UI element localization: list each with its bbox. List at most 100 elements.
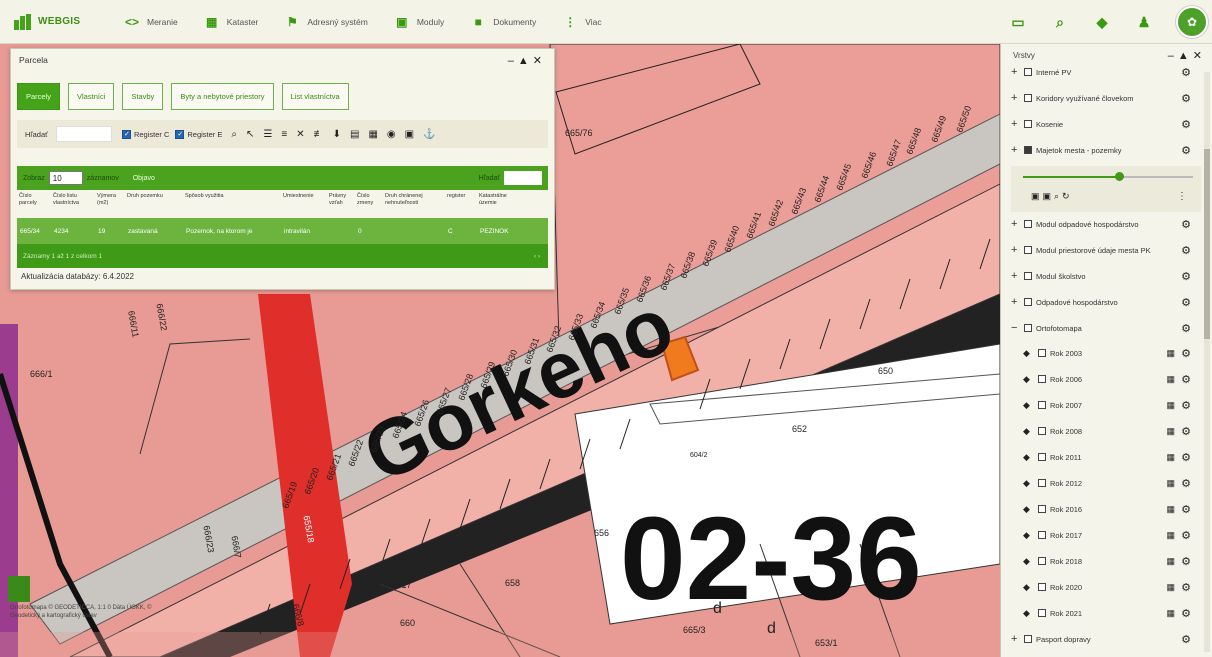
layer-checkbox[interactable]	[1038, 401, 1046, 409]
layer-checkbox[interactable]	[1038, 375, 1046, 383]
window-icon[interactable]: ▭	[1008, 12, 1028, 32]
nav-adresny-system[interactable]: ⚑ Adresný systém	[284, 15, 368, 29]
layers-window-controls[interactable]: ‒▲✕	[1168, 49, 1206, 62]
col-header[interactable]: register	[445, 193, 477, 200]
layer-checkbox[interactable]	[1038, 505, 1046, 513]
sublayer-item[interactable]: ◆ Rok 2017 ▦ ⚙	[1001, 525, 1201, 545]
layer-item[interactable]: + Interné PV ⚙	[1001, 62, 1201, 82]
col-header[interactable]: Druh chránenej nehnuteľnosti	[383, 193, 445, 207]
sublayer-item[interactable]: ◆ Rok 2021 ▦ ⚙	[1001, 603, 1201, 623]
nav-moduly[interactable]: ▣ Moduly	[394, 15, 444, 29]
layer-item[interactable]: + Pasport dopravy ⚙	[1001, 629, 1201, 649]
layer-checkbox[interactable]	[1024, 68, 1032, 76]
gku-icon[interactable]: ◉	[387, 129, 396, 140]
expand-icon[interactable]: +	[1011, 244, 1021, 256]
col-header[interactable]: Spôsob využitia	[183, 193, 281, 200]
table-icon[interactable]: ▦	[1166, 348, 1175, 359]
app-logo[interactable]: WEBGIS	[14, 13, 114, 30]
clear-filter-icon[interactable]: ≢	[314, 129, 324, 140]
table-icon[interactable]: ▦	[1166, 400, 1175, 411]
more-vertical-icon[interactable]: ⋮	[1177, 191, 1187, 202]
page-size-select[interactable]: 10	[48, 171, 83, 185]
table-icon[interactable]: ▦	[1166, 504, 1175, 515]
list-icon[interactable]: ≡	[281, 129, 287, 140]
gear-icon[interactable]: ⚙	[1181, 581, 1191, 594]
layer-checkbox[interactable]	[1038, 557, 1046, 565]
gear-icon[interactable]: ⚙	[1181, 373, 1191, 386]
layer-item[interactable]: + Kosenie ⚙	[1001, 114, 1201, 134]
nav-meranie[interactable]: <> Meranie	[124, 15, 178, 29]
layers-icon[interactable]: ◆	[1092, 12, 1112, 32]
gear-icon[interactable]: ⚙	[1181, 66, 1191, 79]
gear-icon[interactable]: ⚙	[1181, 425, 1191, 438]
layer-checkbox[interactable]	[1038, 349, 1046, 357]
expand-icon[interactable]: +	[1011, 270, 1021, 282]
table-icon[interactable]: ▦	[1166, 374, 1175, 385]
tab-byty[interactable]: Byty a nebytové priestory	[171, 83, 274, 110]
gear-icon[interactable]: ⚙	[1181, 633, 1191, 646]
tab-parcely[interactable]: Parcely	[17, 83, 61, 110]
layer-checkbox[interactable]	[1024, 94, 1032, 102]
expand-icon[interactable]: +	[1011, 296, 1021, 308]
nav-viac[interactable]: ⋮ Viac	[562, 15, 601, 29]
cursor-icon[interactable]: ↖	[246, 129, 254, 140]
gear-icon[interactable]: ⚙	[1181, 270, 1191, 283]
layer-checkbox[interactable]	[1024, 635, 1032, 643]
gear-icon[interactable]: ⚙	[1181, 218, 1191, 231]
gear-icon[interactable]: ⚙	[1181, 118, 1191, 131]
sublayer-item[interactable]: ◆ Rok 2008 ▦ ⚙	[1001, 421, 1201, 441]
layer-item[interactable]: + Odpadové hospodárstvo ⚙	[1001, 292, 1201, 312]
layer-checkbox[interactable]	[1024, 272, 1032, 280]
col-header[interactable]: Číslo zmeny	[355, 193, 383, 207]
table-icon[interactable]: ▦	[1166, 556, 1175, 567]
col-header[interactable]: Číslo parcely	[17, 193, 51, 207]
gear-icon[interactable]: ⚙	[1181, 347, 1191, 360]
layer-checkbox[interactable]	[1038, 427, 1046, 435]
layer-item[interactable]: + Modul školstvo ⚙	[1001, 266, 1201, 286]
search-icon[interactable]: ⌕	[1050, 12, 1070, 32]
filter-label[interactable]: Objavo	[133, 175, 155, 182]
sublayer-item[interactable]: ◆ Rok 2016 ▦ ⚙	[1001, 499, 1201, 519]
nav-kataster[interactable]: ▦ Kataster	[204, 15, 258, 29]
table-icon[interactable]: ▦	[1166, 478, 1175, 489]
layer-item[interactable]: + Modul priestorové údaje mesta PK ⚙	[1001, 240, 1201, 260]
expand-icon[interactable]: +	[1011, 92, 1021, 104]
gear-icon[interactable]: ⚙	[1181, 503, 1191, 516]
pdf-icon[interactable]: ▤	[350, 129, 359, 140]
tab-list-vlastnictva[interactable]: List vlastníctva	[281, 83, 349, 110]
table-icon[interactable]: ▦	[1166, 452, 1175, 463]
tab-vlastnici[interactable]: Vlastníci	[68, 83, 115, 110]
nav-dokumenty[interactable]: ■ Dokumenty	[470, 15, 537, 29]
layer-checkbox[interactable]	[1038, 531, 1046, 539]
expand-icon[interactable]: +	[1011, 118, 1021, 130]
gear-icon[interactable]: ⚙	[1181, 607, 1191, 620]
sublayer-item[interactable]: ◆ Rok 2020 ▦ ⚙	[1001, 577, 1201, 597]
register-e-checkbox[interactable]	[175, 129, 185, 139]
col-header[interactable]: Výmera (m2)	[95, 193, 125, 207]
col-header[interactable]: Umiestnenie	[281, 193, 327, 200]
layer-checkbox[interactable]	[1024, 120, 1032, 128]
sublayer-item[interactable]: ◆ Rok 2011 ▦ ⚙	[1001, 447, 1201, 467]
opacity-thumb[interactable]	[1115, 172, 1124, 181]
layer-checkbox[interactable]	[1038, 583, 1046, 591]
layer-checkbox[interactable]	[1024, 220, 1032, 228]
sublayer-item[interactable]: ◆ Rok 2007 ▦ ⚙	[1001, 395, 1201, 415]
layer-checkbox-checked[interactable]	[1024, 146, 1032, 154]
gear-icon[interactable]: ⚙	[1181, 144, 1191, 157]
city-crest-icon[interactable]: ✿	[1176, 6, 1208, 38]
table-icon[interactable]: ▦	[1166, 530, 1175, 541]
table-row[interactable]: 665/34 4234 19 zastavaná Pozemok, na kto…	[17, 218, 548, 244]
gear-icon[interactable]: ⚙	[1181, 322, 1191, 335]
close-icon[interactable]: ✕	[296, 129, 304, 140]
gear-icon[interactable]: ⚙	[1181, 296, 1191, 309]
sublayer-item[interactable]: ◆ Rok 2003 ▦ ⚙	[1001, 343, 1201, 363]
col-header[interactable]: Druh pozemku	[125, 193, 183, 200]
anchor-icon[interactable]: ⚓	[423, 129, 435, 140]
layer-tool-icons[interactable]: ▣▣⌕↻	[1031, 191, 1073, 202]
table-icon[interactable]: ▦	[1166, 426, 1175, 437]
sublayer-item[interactable]: ◆ Rok 2006 ▦ ⚙	[1001, 369, 1201, 389]
gear-icon[interactable]: ⚙	[1181, 399, 1191, 412]
gear-icon[interactable]: ⚙	[1181, 555, 1191, 568]
gear-icon[interactable]: ⚙	[1181, 92, 1191, 105]
panel-window-controls[interactable]: ‒▲✕	[508, 54, 546, 67]
